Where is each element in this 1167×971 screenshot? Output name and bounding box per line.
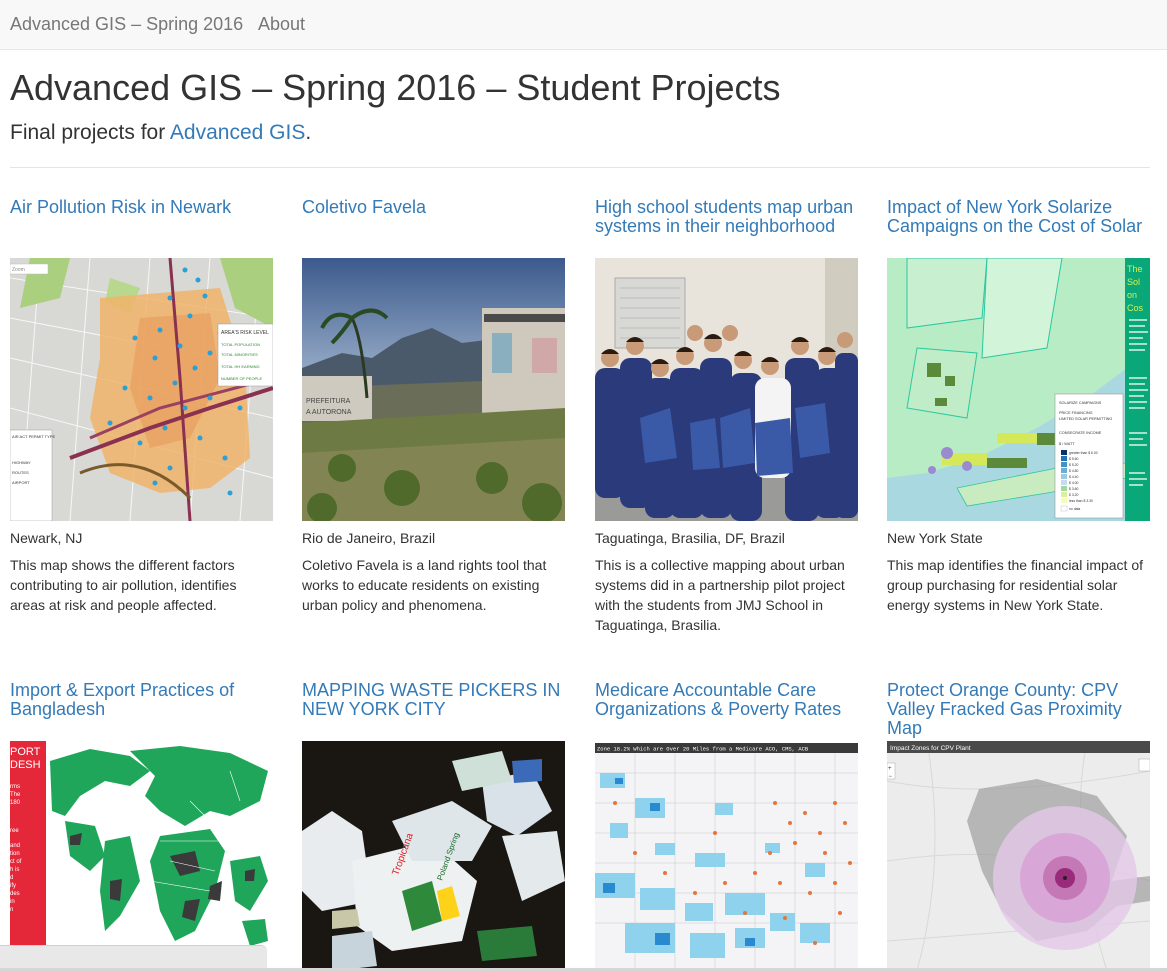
legend-bin-8: $ 3.20 — [1069, 493, 1079, 497]
poster-text-6: tion — [10, 851, 20, 857]
poster-text-13: n — [10, 907, 13, 913]
project-card-bangladesh: Import & Export Practices of Bangladesh … — [10, 681, 273, 971]
legend-permit-label: AIR ACT PERMIT TYPE — [12, 434, 55, 439]
project-thumbnail[interactable]: SOLARIZE CAMPAIGNS PRICE FINANCING LIMIT… — [887, 258, 1150, 521]
brand-link[interactable]: Advanced GIS – Spring 2016 — [10, 14, 243, 34]
legend-bin-5: $ 4.40 — [1069, 475, 1079, 479]
zoom-control-label: Zoom — [12, 267, 25, 273]
project-location: New York State — [887, 530, 983, 546]
legend-highway-label: HIGHWAY — [12, 460, 31, 465]
legend-people-label: NUMBER OF PEOPLE — [221, 376, 262, 381]
legend-airport-label: AIRPORT — [12, 480, 30, 485]
poster-text-3: 180 — [10, 800, 21, 806]
project-card-newark: Air Pollution Risk in Newark AREA'S RISK… — [10, 198, 273, 638]
project-thumbnail[interactable] — [595, 258, 858, 521]
poster-text-2: The — [10, 792, 21, 798]
project-title[interactable]: Protect Orange County: CPV Valley Fracke… — [887, 681, 1150, 738]
legend-bin-6: $ 4.00 — [1069, 481, 1079, 485]
legend-solar-permitting: LIMITED SOLAR PERMITTING — [1059, 417, 1112, 421]
project-card-coletivo-favela: Coletivo Favela PREFEITURA A AUTORONA Ri… — [302, 198, 565, 638]
project-title[interactable]: Air Pollution Risk in Newark — [10, 198, 273, 248]
project-description: This map identifies the financial impact… — [887, 557, 1144, 613]
poster-title-line-1: PORT — [10, 746, 41, 758]
project-location: Newark, NJ — [10, 530, 83, 546]
poster-text-11: des — [10, 891, 20, 897]
legend-no-data: no data — [1069, 507, 1080, 511]
poster-text-12: in — [10, 899, 15, 905]
legend-bin-4: $ 4.80 — [1069, 469, 1079, 473]
legend-solarize-campaigns: SOLARIZE CAMPAIGNS — [1059, 401, 1102, 405]
legend-dollar-per-watt: $ / WATT — [1059, 442, 1075, 446]
poster-text-9: d — [10, 875, 13, 881]
navbar: Advanced GIS – Spring 2016 About — [0, 0, 1167, 50]
legend-bin-9: less than $ 3.30 — [1069, 499, 1093, 503]
project-title[interactable]: MAPPING WASTE PICKERS IN NEW YORK CITY — [302, 681, 565, 731]
map-header-text: Zone 18.2% Which are Over 20 Miles from … — [597, 746, 809, 753]
advanced-gis-link[interactable]: Advanced GIS — [170, 121, 305, 144]
project-thumbnail[interactable]: AREA'S RISK LEVEL TOTAL POPULATION TOTAL… — [10, 258, 273, 521]
header-divider — [10, 167, 1150, 168]
project-card-high-school-students: High school students map urban systems i… — [595, 198, 858, 638]
map-header-text: Impact Zones for CPV Plant — [890, 745, 971, 752]
poster-text-8: h is — [10, 867, 19, 873]
subtitle-prefix: Final projects for — [10, 121, 170, 144]
panel-title-line-2: Sol — [1127, 277, 1140, 287]
project-thumbnail[interactable]: PORT DESH rms The 180 ree and tion ct of… — [10, 741, 273, 971]
project-thumbnail[interactable]: Tropicana Poland Spring — [302, 741, 565, 971]
project-thumbnail[interactable]: Zone 18.2% Which are Over 20 Miles from … — [595, 743, 858, 971]
legend-income: CONSECRATE INCOME — [1059, 431, 1102, 435]
page-subtitle: Final projects for Advanced GIS. — [10, 120, 311, 146]
legend-earning-label: TOTAL HH EARNING — [221, 364, 260, 369]
poster-text-5: and — [10, 843, 20, 849]
legend-risk-label: AREA'S RISK LEVEL — [221, 330, 269, 336]
legend-bin-1: greater than $ 6.00 — [1069, 451, 1098, 455]
poster-text-1: rms — [10, 784, 20, 790]
project-description: Coletivo Favela is a land rights tool th… — [302, 557, 547, 613]
project-card-waste-pickers: MAPPING WASTE PICKERS IN NEW YORK CITY T… — [302, 681, 565, 971]
project-thumbnail[interactable]: PREFEITURA A AUTORONA — [302, 258, 565, 521]
wall-graffiti-text: PREFEITURA — [306, 398, 351, 405]
layers-control-icon[interactable] — [1138, 758, 1150, 772]
legend-bin-7: $ 3.60 — [1069, 487, 1079, 491]
project-description: This is a collective mapping about urban… — [595, 557, 845, 633]
project-card-ny-solarize: Impact of New York Solarize Campaigns on… — [887, 198, 1150, 638]
poster-text-10: ify — [10, 883, 16, 889]
wall-graffiti-text-2: A AUTORONA — [306, 409, 352, 416]
project-title[interactable]: Coletivo Favela — [302, 198, 565, 248]
project-title[interactable]: High school students map urban systems i… — [595, 198, 858, 248]
project-title[interactable]: Impact of New York Solarize Campaigns on… — [887, 198, 1150, 248]
zoom-out-icon: − — [889, 774, 893, 780]
project-description: This map shows the different factors con… — [10, 557, 237, 613]
subtitle-suffix: . — [305, 121, 312, 144]
poster-text-4: ree — [10, 828, 19, 834]
legend-minorities-label: TOTAL MINORITIES — [221, 352, 258, 357]
page-title: Advanced GIS – Spring 2016 – Student Pro… — [10, 67, 781, 108]
project-card-medicare-aco: Medicare Accountable Care Organizations … — [595, 681, 858, 971]
project-thumbnail[interactable]: Impact Zones for CPV Plant + − — [887, 741, 1150, 971]
legend-price-financing: PRICE FINANCING — [1059, 411, 1093, 415]
project-title[interactable]: Medicare Accountable Care Organizations … — [595, 681, 858, 731]
project-location: Taguatinga, Brasilia, DF, Brazil — [595, 530, 785, 546]
legend-bin-2: $ 5.60 — [1069, 457, 1079, 461]
project-location: Rio de Janeiro, Brazil — [302, 530, 436, 546]
panel-title-line-4: Cos — [1127, 303, 1144, 313]
legend-routes-label: ROUTES — [12, 470, 29, 475]
panel-title-line-1: The — [1127, 264, 1143, 274]
legend-bin-3: $ 5.20 — [1069, 463, 1079, 467]
nav-about-link[interactable]: About — [258, 14, 305, 34]
zoom-in-icon: + — [888, 766, 892, 772]
project-title[interactable]: Import & Export Practices of Bangladesh — [10, 681, 273, 731]
poster-title-line-2: DESH — [10, 759, 41, 771]
poster-text-7: ct of — [10, 859, 22, 865]
project-card-orange-county: Protect Orange County: CPV Valley Fracke… — [887, 681, 1150, 971]
legend-population-label: TOTAL POPULATION — [221, 342, 260, 347]
panel-title-line-3: on — [1127, 290, 1137, 300]
